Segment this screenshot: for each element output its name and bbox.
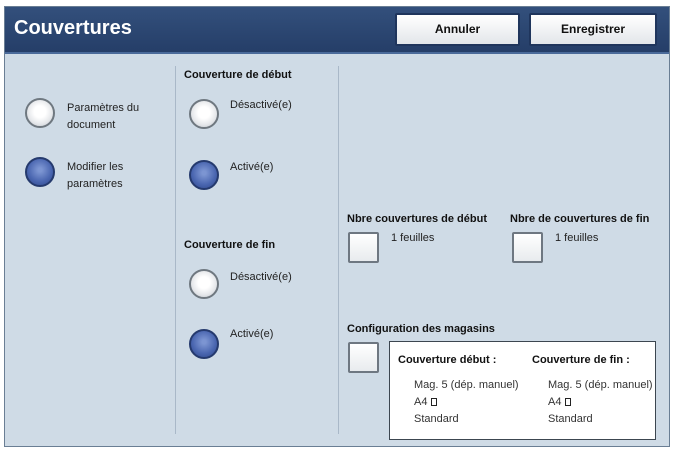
document-settings-label-line1: Paramètres du	[67, 102, 140, 114]
header-bar: Couvertures Annuler Enregistrer	[5, 7, 669, 54]
radio-front-cover-off[interactable]	[189, 99, 219, 129]
portrait-paper-icon	[565, 398, 572, 406]
back-cover-count-button[interactable]	[512, 232, 543, 263]
radio-front-cover-on[interactable]	[189, 160, 219, 190]
back-tray-size: A4	[548, 396, 562, 408]
front-tray-details: Mag. 5 (dép. manuel) A4 Standard	[414, 377, 519, 428]
radio-back-cover-off[interactable]	[189, 269, 219, 299]
front-cover-count-button[interactable]	[348, 232, 379, 263]
back-cover-count-heading: Nbre de couvertures de fin	[510, 213, 650, 225]
front-tray-type: Standard	[414, 413, 459, 425]
couvertures-dialog: Couvertures Annuler Enregistrer Paramètr…	[4, 6, 670, 447]
modify-settings-label: Modifier les paramètres	[67, 159, 123, 193]
front-cover-count-heading: Nbre couvertures de début	[347, 213, 487, 225]
modify-settings-label-line1: Modifier les	[67, 161, 124, 173]
front-cover-heading: Couverture de début	[184, 69, 292, 81]
document-settings-label-line2: document	[67, 119, 116, 131]
radio-modify-settings[interactable]	[25, 157, 55, 187]
back-cover-off-label: Désactivé(e)	[230, 271, 292, 283]
front-cover-off-label: Désactivé(e)	[230, 99, 292, 111]
save-button[interactable]: Enregistrer	[529, 13, 657, 46]
tray-config-button[interactable]	[348, 342, 379, 373]
back-tray-source: Mag. 5 (dép. manuel)	[548, 379, 653, 391]
front-cover-on-label: Activé(e)	[230, 161, 274, 173]
tray-info-panel: Couverture début : Couverture de fin : M…	[389, 341, 656, 440]
front-tray-source: Mag. 5 (dép. manuel)	[414, 379, 519, 391]
front-tray-size: A4	[414, 396, 428, 408]
column-divider-left	[175, 66, 176, 434]
back-tray-title: Couverture de fin :	[532, 354, 630, 366]
back-cover-heading: Couverture de fin	[184, 239, 276, 251]
cancel-button[interactable]: Annuler	[395, 13, 520, 46]
page-title: Couvertures	[14, 17, 132, 39]
back-cover-count-value: 1 feuilles	[555, 232, 599, 244]
document-settings-label: Paramètres du document	[67, 100, 139, 134]
back-tray-details: Mag. 5 (dép. manuel) A4 Standard	[548, 377, 653, 428]
portrait-paper-icon	[431, 398, 438, 406]
front-tray-title: Couverture début :	[398, 354, 497, 366]
modify-settings-label-line2: paramètres	[67, 178, 123, 190]
back-cover-on-label: Activé(e)	[230, 328, 274, 340]
column-divider-right	[338, 66, 339, 434]
radio-back-cover-on[interactable]	[189, 329, 219, 359]
content-area: Paramètres du document Modifier les para…	[5, 54, 669, 446]
back-tray-type: Standard	[548, 413, 593, 425]
radio-document-settings[interactable]	[25, 98, 55, 128]
front-cover-count-value: 1 feuilles	[391, 232, 435, 244]
tray-config-heading: Configuration des magasins	[347, 323, 495, 335]
